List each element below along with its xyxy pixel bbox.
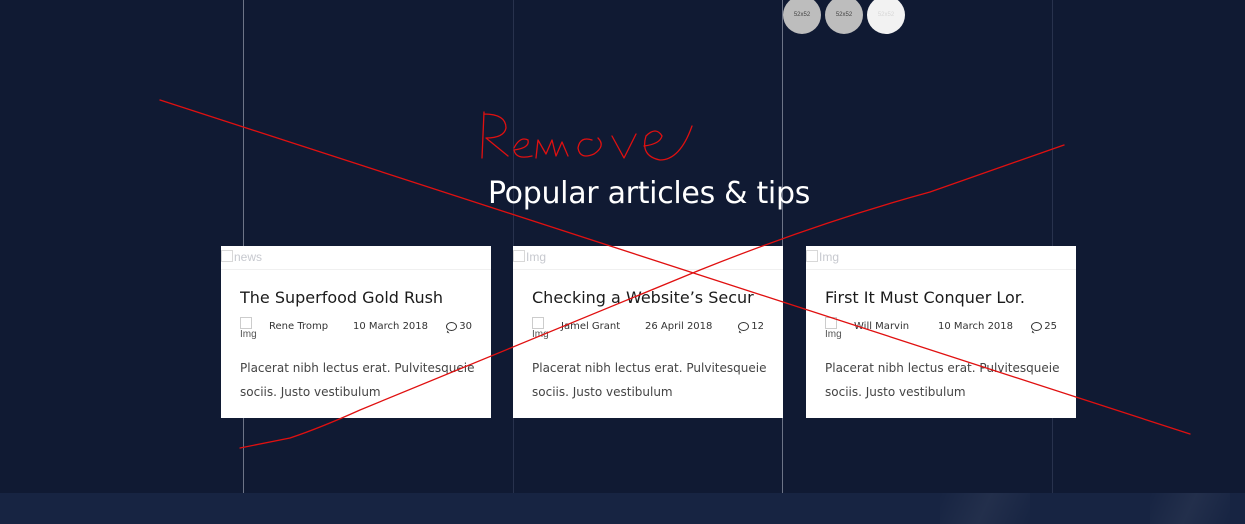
cross-stroke — [239, 144, 1065, 449]
handwritten-letter — [643, 125, 693, 161]
handwritten-letter — [611, 133, 637, 159]
cross-stroke — [159, 99, 1191, 435]
handwritten-letter — [481, 111, 509, 159]
remove-annotation — [159, 99, 1191, 449]
handwritten-letter — [535, 139, 569, 159]
handwritten-letter — [513, 138, 533, 158]
handwritten-letter — [577, 137, 602, 157]
